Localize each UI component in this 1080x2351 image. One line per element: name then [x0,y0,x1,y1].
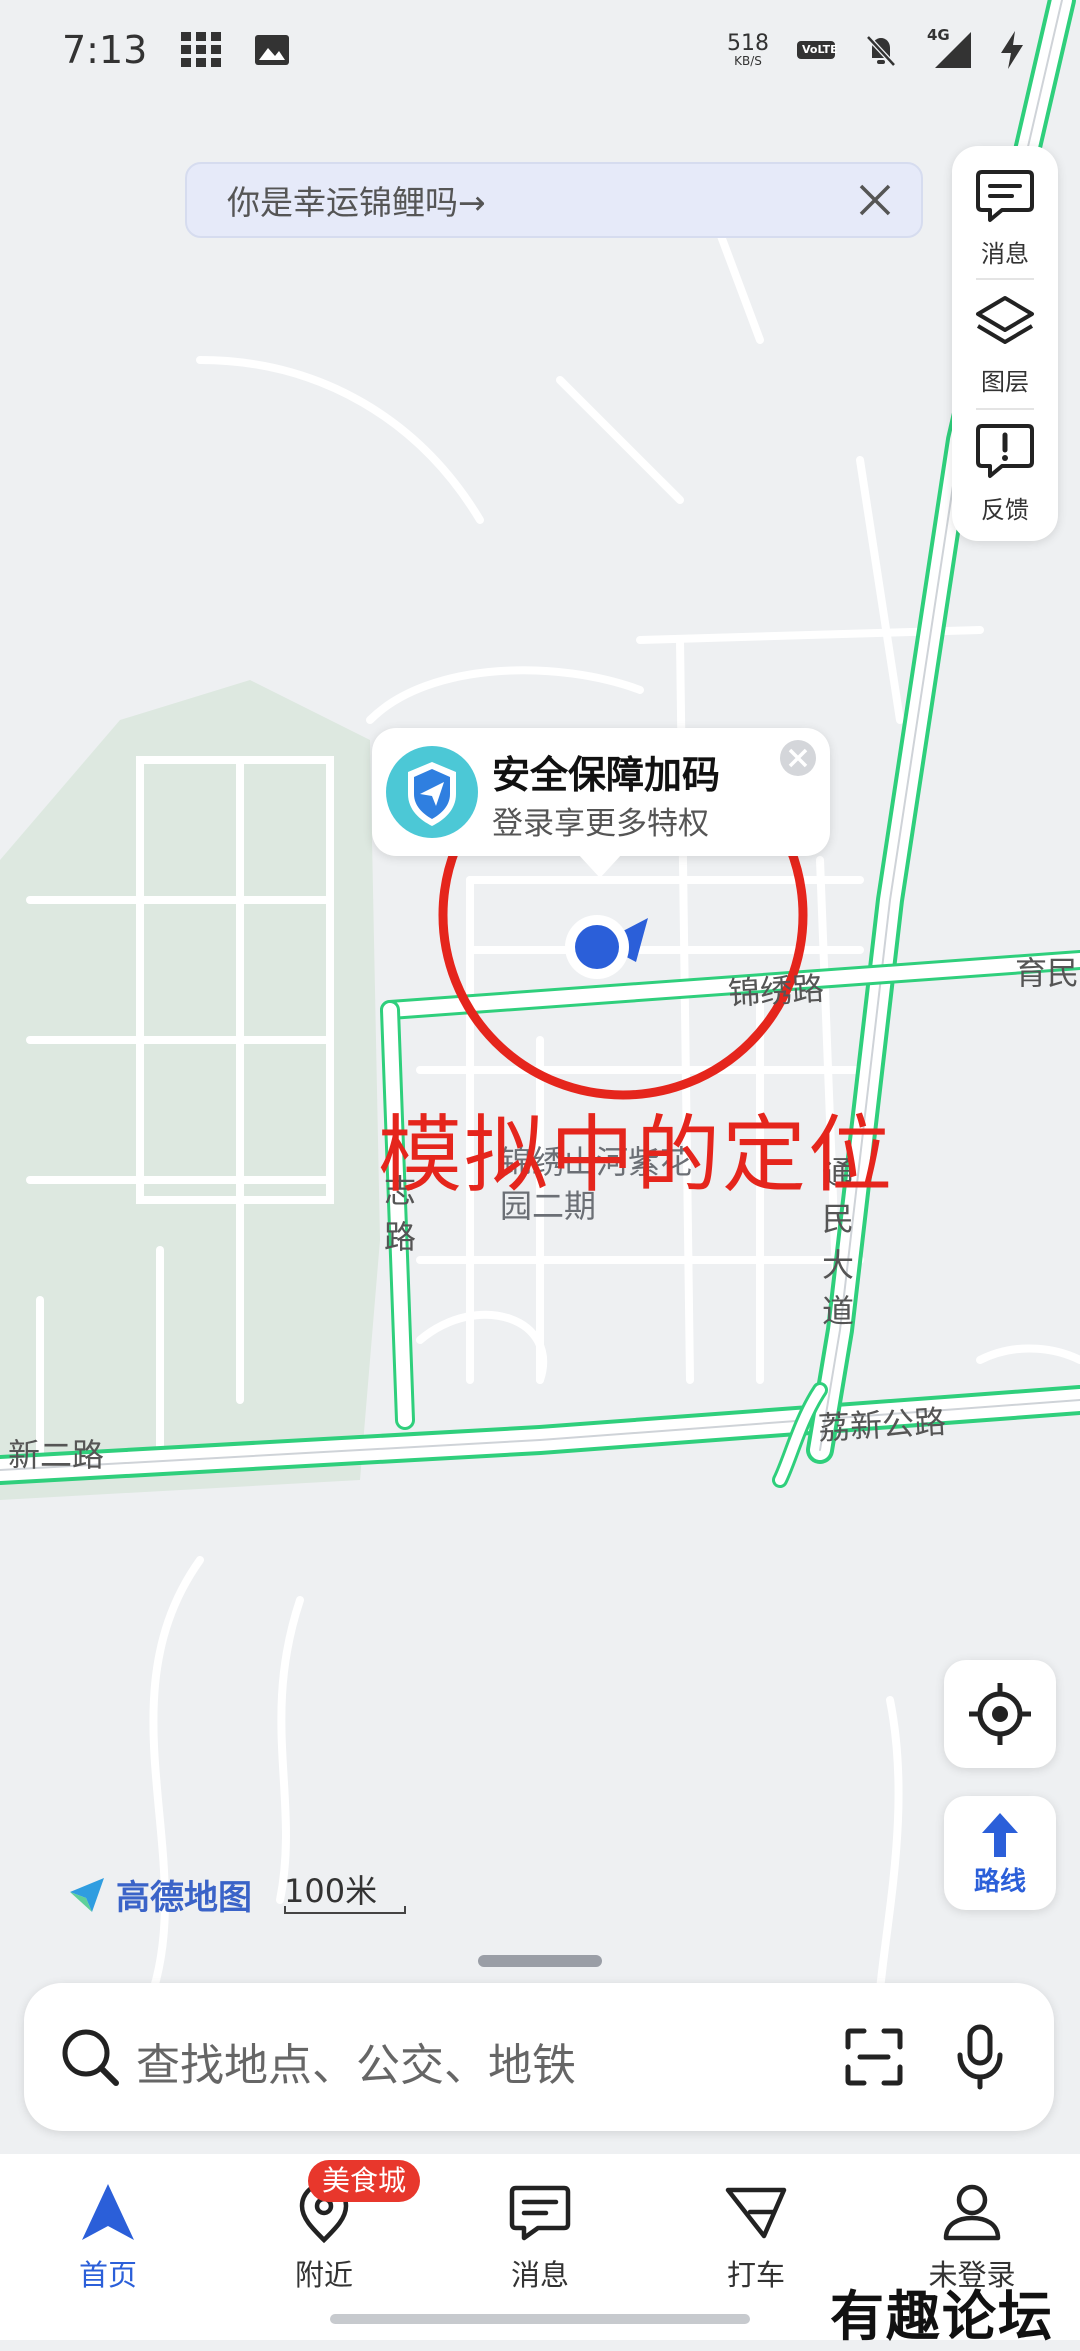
side-button-label: 反馈 [981,495,1029,524]
home-indicator[interactable] [330,2314,750,2324]
promo-banner-text[interactable]: 你是幸运锦鲤吗→ [227,176,486,224]
search-input[interactable]: 查找地点、公交、地铁 [136,2029,576,2093]
route-button-label: 路线 [973,1866,1026,1897]
shield-icon [386,746,478,838]
bottom-sheet-handle[interactable] [478,1955,602,1967]
tab-label: 首页 [78,2258,137,2292]
cell-signal-icon: 4G [927,26,971,68]
side-button-layers[interactable]: 图层 [952,280,1058,406]
clock: 7:13 [62,28,148,72]
crosshair-icon [969,1683,1031,1745]
status-bar: 7:13 518 KB/S VoLTE 4G [0,0,1080,100]
login-promo-popup[interactable]: 安全保障加码 登录享更多特权 [372,728,830,856]
tab-label: 消息 [510,2258,569,2292]
message-icon [976,169,1034,222]
amap-logo-icon [70,1877,104,1912]
side-button-feedback[interactable]: 反馈 [952,408,1058,534]
road-label-lixin: 荔新公路 [817,1402,948,1448]
map-scale-bar [284,1906,406,1914]
search-icon [62,2029,119,2086]
tab-label: 附近 [294,2258,353,2292]
road-label-jinxiu: 锦绣路 [727,969,826,1013]
road-label-yumin: 育民 [1015,954,1080,992]
feedback-icon [976,423,1034,478]
side-button-message[interactable]: 消息 [952,152,1058,278]
amap-logo-text: 高德地图 [116,1878,252,1918]
nearby-badge[interactable]: 美食城 [308,2160,421,2202]
microphone-icon[interactable] [954,2023,1006,2091]
locate-button[interactable] [944,1660,1056,1768]
gallery-icon [255,35,290,65]
scan-icon[interactable] [844,2027,904,2087]
tab-home[interactable]: 首页 [0,2154,216,2340]
charging-icon [1001,31,1023,69]
map-side-toolbar: 消息 图层 反馈 [952,146,1058,541]
promo-banner[interactable]: 你是幸运锦鲤吗→ [185,162,923,238]
layers-icon [976,295,1034,344]
side-button-label: 图层 [981,367,1029,396]
route-arrow-icon [982,1812,1018,1857]
close-icon[interactable] [772,732,824,784]
volte-icon: VoLTE [797,40,838,60]
simulated-location-annotation: 模拟中的定位 [378,1106,895,1204]
popup-title: 安全保障加码 [492,753,721,797]
network-speed: 518 KB/S [727,31,769,68]
taxi-icon [725,2187,787,2239]
tab-messages[interactable]: 消息 [432,2154,648,2340]
side-button-label: 消息 [981,239,1029,268]
popup-pointer [578,854,622,878]
message-icon [509,2185,571,2241]
popup-subtitle: 登录享更多特权 [492,806,709,842]
tab-label: 打车 [726,2258,785,2292]
app-grid-icon [181,32,222,67]
user-icon [943,2184,1001,2241]
route-button[interactable]: 路线 [944,1796,1056,1910]
navigation-arrow-icon [82,2184,134,2240]
search-bar[interactable]: 查找地点、公交、地铁 [24,1983,1054,2131]
amap-logo: 高德地图 [66,1870,252,1919]
mute-bell-icon [866,35,896,67]
road-label-xin-er: 新二路 [8,1436,105,1474]
watermark: 有趣论坛 [830,2284,1054,2348]
close-icon[interactable] [853,178,897,222]
